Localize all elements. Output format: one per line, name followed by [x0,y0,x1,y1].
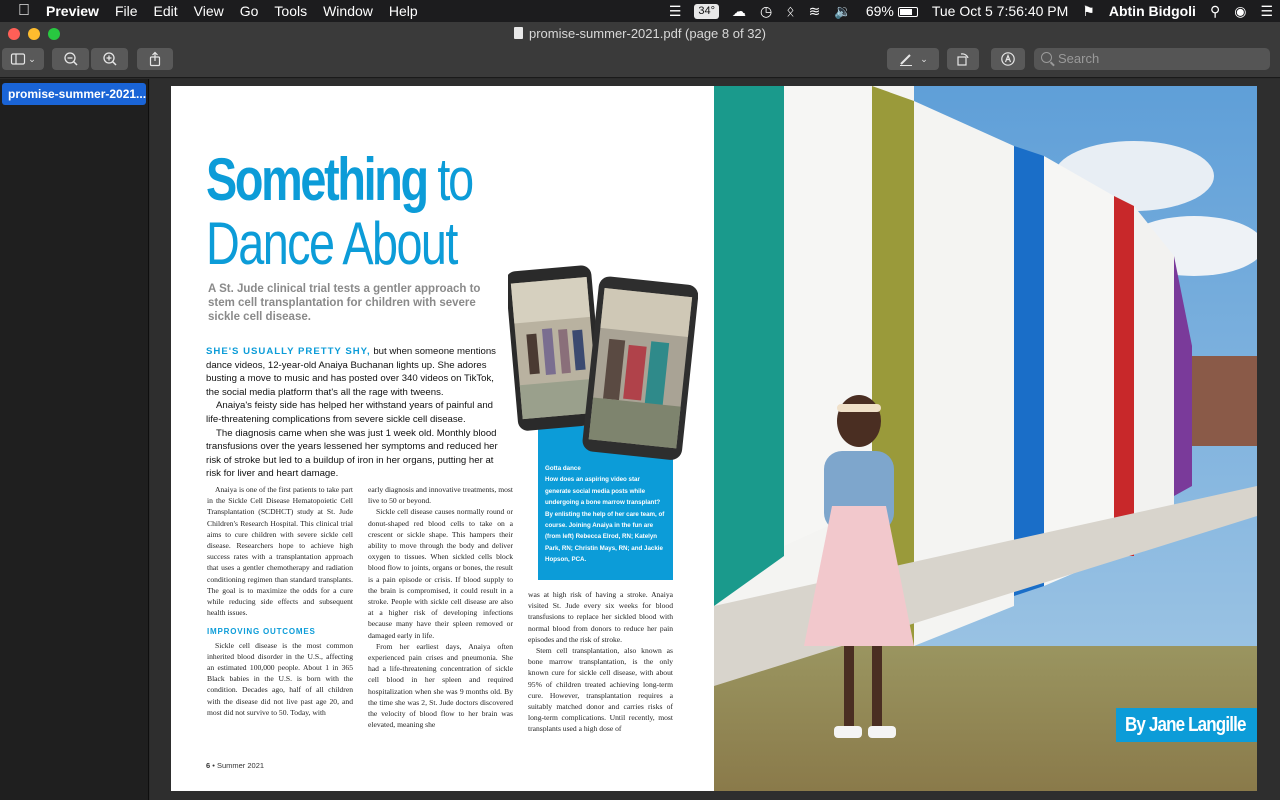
clock[interactable]: Tue Oct 5 7:56:40 PM [925,3,1075,19]
rotate-button[interactable] [947,48,979,70]
article-title-line2: Dance About [206,210,458,277]
cloud-icon[interactable]: ☁ [725,3,753,20]
stack-icon[interactable]: ☰ [662,3,689,20]
page-folio: 6 • Summer 2021 [206,761,264,770]
issue-label: • Summer 2021 [210,761,265,770]
zoom-in-button[interactable] [91,48,128,70]
flag-icon[interactable]: ⚑ [1075,3,1102,20]
intro-paragraph: The diagnosis came when she was just 1 w… [206,427,498,480]
zoom-out-icon [63,52,78,66]
share-button[interactable] [137,48,173,70]
body-column-2: early diagnosis and innovative treatment… [368,484,513,730]
body-paragraph: From her earliest days, Anaiya often exp… [368,641,513,730]
menu-help[interactable]: Help [381,0,426,22]
menu-bar:  Preview File Edit View Go Tools Window… [0,0,1280,22]
menu-view[interactable]: View [186,0,232,22]
menu-go[interactable]: Go [232,0,267,22]
user-name[interactable]: Abtin Bidgoli [1102,3,1203,19]
battery-percent: 69% [865,3,894,19]
body-paragraph: Sickle cell disease is the most common i… [207,640,353,717]
article-title-line1: Something to [206,146,474,213]
sidebar-item-document[interactable]: promise-summer-2021... [2,83,146,105]
search-placeholder: Search [1058,51,1100,66]
intro-paragraph: Anaiya's feisty side has helped her with… [206,400,494,425]
bluetooth-icon[interactable]: ᛟ [779,3,801,19]
sidebar-icon [11,53,26,65]
markup-toolbar-button[interactable] [991,48,1025,70]
body-column-3: was at high risk of having a stroke. Ana… [528,589,673,735]
battery-status[interactable]: 69% [859,3,925,19]
lead-in: SHE'S USUALLY PRETTY SHY, [206,346,371,357]
window-toolbar: promise-summer-2021.pdf (page 8 of 32) ⌄… [0,22,1280,78]
markup-icon [1001,52,1015,66]
phones-photo [508,265,698,460]
article-intro: SHE'S USUALLY PRETTY SHY, but when someo… [206,345,506,481]
document-viewer[interactable]: Something to Dance About A St. Jude clin… [150,79,1280,800]
caption-text: How does an aspiring video star generate… [545,476,665,564]
pdf-page: Something to Dance About A St. Jude clin… [171,86,1257,791]
wifi-icon[interactable]: ≋ [802,3,828,20]
byline-text: By Jane Langille [1125,714,1246,736]
sidebar-toggle-button[interactable]: ⌄ [2,48,44,70]
memphis-sign-photo [714,86,1257,791]
chevron-down-icon: ⌄ [28,53,36,64]
spotlight-icon[interactable]: ⚲ [1203,3,1227,20]
time-machine-icon[interactable]: ◷ [753,3,779,20]
app-menu[interactable]: Preview [42,0,107,22]
window-title: promise-summer-2021.pdf (page 8 of 32) [0,26,1280,41]
chevron-down-icon: ⌄ [920,53,928,64]
thumbnail-sidebar: promise-summer-2021... [0,79,149,800]
battery-icon [897,7,918,18]
rotate-icon [957,53,969,66]
apple-menu-icon[interactable]:  [0,0,42,22]
markup-pen-button[interactable]: ⌄ [887,48,939,70]
body-paragraph: was at high risk of having a stroke. Ana… [528,590,673,644]
search-input[interactable]: Search [1034,48,1270,70]
pen-icon [900,54,913,66]
body-paragraph: early diagnosis and innovative treatment… [368,485,513,506]
weather-temperature[interactable]: 34° [694,3,720,19]
window-title-text: promise-summer-2021.pdf (page 8 of 32) [528,26,766,41]
share-icon [149,51,161,67]
article-byline: By Jane Langille [1116,708,1257,742]
intro-paragraph: SHE'S USUALLY PRETTY SHY, but when someo… [206,345,506,399]
control-center-icon[interactable]: ☰ [1253,3,1280,20]
pdf-file-icon [513,27,523,39]
search-icon [1041,52,1052,63]
body-paragraph: Sickle cell disease causes normally roun… [368,507,513,640]
menu-tools[interactable]: Tools [266,0,315,22]
menu-edit[interactable]: Edit [146,0,186,22]
body-paragraph: Anaiya is one of the first patients to t… [207,485,353,618]
zoom-in-icon [102,52,117,66]
menu-window[interactable]: Window [315,0,381,22]
article-title-bold: Something [206,146,429,213]
volume-icon[interactable]: 🔉 [827,3,858,20]
body-paragraph: Stem cell transplantation, also known as… [528,646,673,734]
menu-file[interactable]: File [107,0,146,22]
siri-icon[interactable]: ◉ [1227,3,1253,20]
section-subhead: IMPROVING OUTCOMES [207,627,316,637]
zoom-out-button[interactable] [52,48,89,70]
body-column-1: Anaiya is one of the first patients to t… [207,484,353,718]
article-title-thin: to [426,146,474,213]
article-deck: A St. Jude clinical trial tests a gentle… [208,283,481,323]
